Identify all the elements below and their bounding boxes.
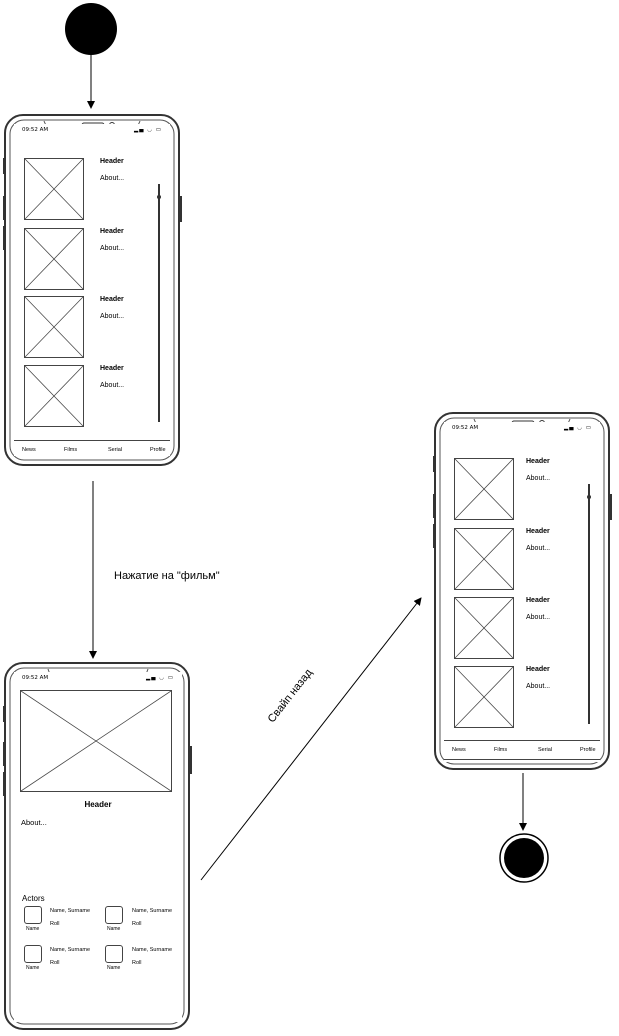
image-placeholder	[24, 365, 84, 427]
actor-roll: Roll	[50, 921, 60, 927]
image-placeholder	[454, 458, 514, 520]
item-about: About...	[526, 475, 551, 482]
actor-roll: Roll	[50, 960, 60, 966]
item-about: About...	[526, 614, 551, 621]
item-header: Header	[100, 228, 124, 235]
activity-diagram: Нажатие на "фильм" Свайп назад 09:52 AM …	[0, 0, 619, 1036]
status-bar: 09:52 AM ▂▄ ◡ ▭	[444, 424, 600, 434]
list-item[interactable]: Header About...	[20, 158, 170, 222]
image-placeholder	[454, 597, 514, 659]
edge-label-tap-film: Нажатие на "фильм"	[114, 570, 220, 582]
actor-avatar[interactable]	[24, 906, 42, 924]
actor-caption: Name	[26, 965, 40, 971]
item-header: Header	[526, 597, 550, 604]
item-header: Header	[526, 458, 550, 465]
scrollbar-thumb[interactable]	[587, 495, 591, 499]
status-icons: ▂▄ ◡ ▭	[134, 127, 162, 133]
status-icons: ▂▄ ◡ ▭	[146, 675, 174, 681]
list-item[interactable]: Header About...	[450, 597, 600, 661]
actor-avatar[interactable]	[105, 906, 123, 924]
actor-roll: Roll	[132, 960, 142, 966]
scrollbar-track[interactable]	[158, 184, 160, 422]
nav-films[interactable]: Films	[64, 447, 77, 453]
image-placeholder	[24, 228, 84, 290]
item-about: About...	[100, 382, 125, 389]
actor-caption: Name	[107, 926, 121, 932]
phone-list-screen-return: 09:52 AM ▂▄ ◡ ▭ Header About... Header A…	[433, 412, 612, 772]
end-node	[504, 838, 544, 878]
detail-screen: 09:52 AM ▂▄ ◡ ▭ Header About... Actors N…	[14, 672, 182, 1022]
actor-avatar[interactable]	[105, 945, 123, 963]
bottom-nav: News Films Serial Profile	[444, 740, 600, 760]
item-header: Header	[526, 666, 550, 673]
list-item[interactable]: Header About...	[20, 228, 170, 292]
actor-roll: Roll	[132, 921, 142, 927]
item-header: Header	[100, 296, 124, 303]
actor-name: Name, Surname	[132, 947, 173, 953]
detail-about: About...	[21, 818, 47, 827]
actors-title: Actors	[22, 894, 45, 903]
item-header: Header	[100, 365, 124, 372]
list-item[interactable]: Header About...	[450, 528, 600, 592]
nav-serial[interactable]: Serial	[538, 747, 552, 753]
actor-avatar[interactable]	[24, 945, 42, 963]
item-about: About...	[526, 545, 551, 552]
image-placeholder	[454, 528, 514, 590]
nav-films[interactable]: Films	[494, 747, 507, 753]
status-time: 09:52 AM	[452, 425, 479, 431]
list-screen: 09:52 AM ▂▄ ◡ ▭ Header About... Header A…	[444, 422, 600, 762]
status-icons: ▂▄ ◡ ▭	[564, 425, 592, 431]
status-time: 09:52 AM	[22, 127, 49, 133]
image-placeholder	[454, 666, 514, 728]
actor-name: Name, Surname	[132, 908, 173, 914]
list-screen: 09:52 AM ▂▄ ◡ ▭ Header About... Header A…	[14, 124, 170, 456]
nav-profile[interactable]: Profile	[150, 447, 166, 453]
detail-header: Header	[84, 800, 112, 809]
actor-caption: Name	[107, 965, 121, 971]
list-item[interactable]: Header About...	[450, 458, 600, 522]
nav-profile[interactable]: Profile	[580, 747, 596, 753]
item-about: About...	[100, 313, 125, 320]
status-bar: 09:52 AM ▂▄ ◡ ▭	[14, 674, 182, 684]
scrollbar-track[interactable]	[588, 484, 590, 724]
item-about: About...	[100, 175, 125, 182]
nav-news[interactable]: News	[452, 747, 466, 753]
actor-name: Name, Surname	[50, 908, 91, 914]
phone-list-screen: 09:52 AM ▂▄ ◡ ▭ Header About... Header A…	[3, 114, 182, 466]
image-placeholder	[24, 158, 84, 220]
nav-serial[interactable]: Serial	[108, 447, 122, 453]
status-bar: 09:52 AM ▂▄ ◡ ▭	[14, 126, 170, 136]
start-node	[65, 3, 117, 55]
actor-name: Name, Surname	[50, 947, 91, 953]
nav-news[interactable]: News	[22, 447, 36, 453]
item-about: About...	[100, 245, 125, 252]
list-item[interactable]: Header About...	[20, 365, 170, 429]
item-header: Header	[100, 158, 124, 165]
item-header: Header	[526, 528, 550, 535]
list-item[interactable]: Header About...	[20, 296, 170, 360]
list-item[interactable]: Header About...	[450, 666, 600, 730]
phone-detail-screen: 09:52 AM ▂▄ ◡ ▭ Header About... Actors N…	[3, 662, 192, 1032]
item-about: About...	[526, 683, 551, 690]
status-time: 09:52 AM	[22, 675, 49, 681]
bottom-nav: News Films Serial Profile	[14, 440, 170, 456]
poster-placeholder	[20, 690, 172, 792]
actor-caption: Name	[26, 926, 40, 932]
detail-to-list-arrow	[200, 597, 422, 881]
image-placeholder	[24, 296, 84, 358]
scrollbar-thumb[interactable]	[157, 195, 161, 199]
